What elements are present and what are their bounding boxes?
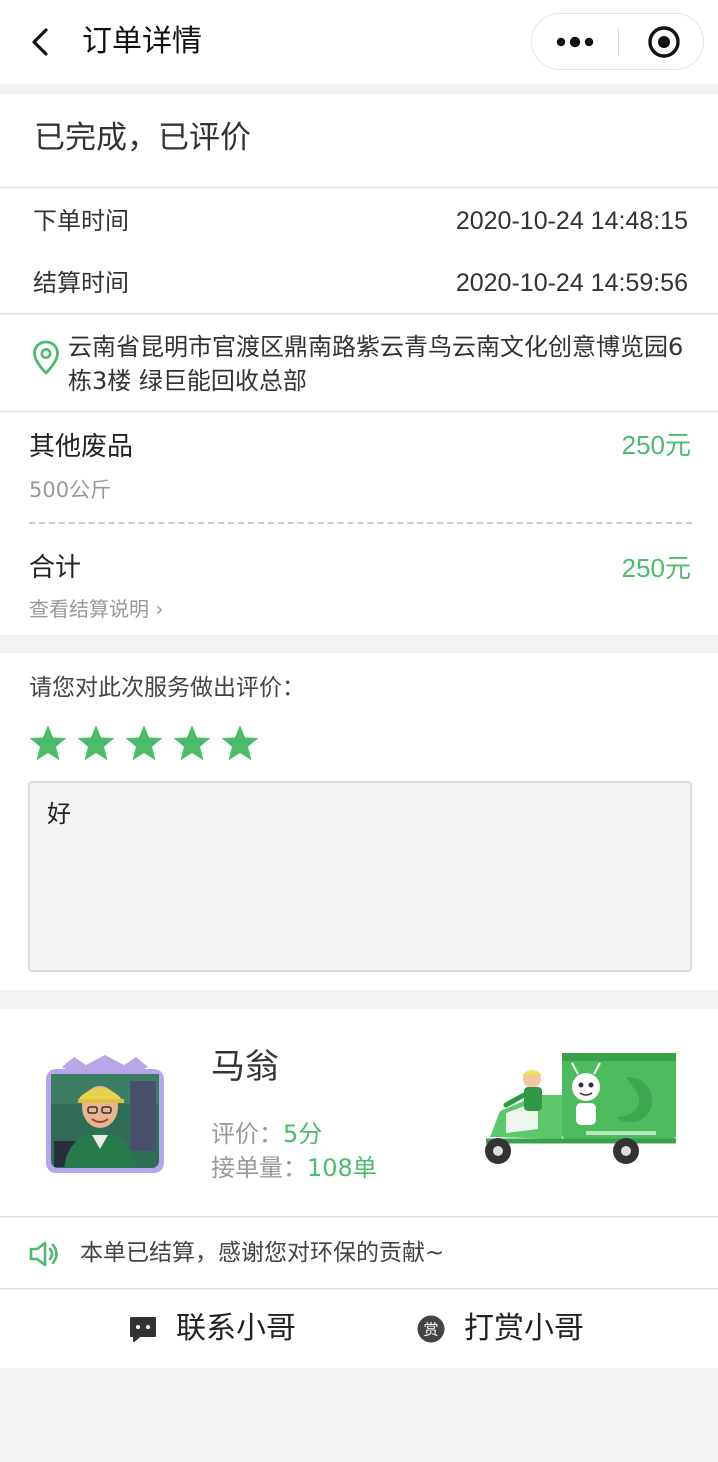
item-name: 其他废品 xyxy=(29,432,134,462)
contact-courier-button[interactable]: 联系小哥 xyxy=(128,1290,296,1368)
tip-courier-label: 打赏小哥 xyxy=(464,1311,584,1346)
rating-prompt: 请您对此次服务做出评价： xyxy=(29,675,305,701)
total-price: 250元 xyxy=(621,553,691,583)
star-rating[interactable] xyxy=(28,723,260,767)
settle-time-label: 结算时间 xyxy=(33,269,129,297)
address-text: 云南省昆明市官渡区鼎南路紫云青鸟云南文化创意博览园6栋3楼 绿巨能回收总部 xyxy=(68,333,684,395)
back-button[interactable] xyxy=(24,22,60,62)
star-icon[interactable] xyxy=(124,723,164,763)
order-status: 已完成，已评价 xyxy=(34,120,251,156)
dashed-divider xyxy=(29,522,692,524)
order-times-card: 下单时间 2020-10-24 14:48:15 结算时间 2020-10-24… xyxy=(0,189,718,314)
courier-rating: 评价：5分 xyxy=(211,1118,322,1150)
star-icon[interactable] xyxy=(220,723,260,763)
courier-orders: 接单量：108单 xyxy=(211,1152,377,1184)
chat-bubble-icon xyxy=(130,1317,156,1342)
more-button[interactable] xyxy=(532,14,618,69)
courier-rating-value: 5分 xyxy=(283,1120,323,1148)
courier-rating-label: 评价： xyxy=(211,1120,283,1148)
courier-orders-label: 接单量： xyxy=(211,1154,307,1182)
star-icon[interactable] xyxy=(172,723,212,763)
rating-card: 请您对此次服务做出评价： 好 xyxy=(0,653,718,990)
item-weight: 500公斤 xyxy=(29,478,112,502)
settlement-info-link[interactable]: 查看结算说明 › xyxy=(29,594,163,624)
chevron-left-icon xyxy=(32,28,48,56)
courier-card: 马翁 评价：5分 接单量：108单 xyxy=(0,1009,718,1217)
courier-orders-value: 108单 xyxy=(307,1154,377,1182)
reward-coin-text: 赏 xyxy=(423,1321,438,1339)
close-button[interactable] xyxy=(619,14,705,69)
more-dots-icon xyxy=(556,36,594,48)
action-bar: 联系小哥 赏 打赏小哥 xyxy=(0,1290,718,1368)
miniprogram-capsule xyxy=(531,13,704,70)
item-price: 250元 xyxy=(621,430,691,460)
items-card: 其他废品 250元 500公斤 合计 250元 查看结算说明 › xyxy=(0,413,718,635)
order-time-row: 下单时间 2020-10-24 14:48:15 xyxy=(0,201,718,241)
navbar: 订单详情 xyxy=(0,0,718,84)
comment-text: 好 xyxy=(47,800,71,828)
settle-time-row: 结算时间 2020-10-24 14:59:56 xyxy=(0,263,718,303)
notice-text: 本单已结算，感谢您对环保的贡献~ xyxy=(80,1240,445,1266)
order-status-card: 已完成，已评价 xyxy=(0,94,718,188)
contact-courier-label: 联系小哥 xyxy=(176,1311,296,1346)
recycling-tricycle-illustration xyxy=(485,1053,676,1164)
location-pin-icon xyxy=(33,340,59,375)
order-time-label: 下单时间 xyxy=(33,207,129,235)
settle-time-value: 2020-10-24 14:59:56 xyxy=(455,269,688,297)
star-icon[interactable] xyxy=(76,723,116,763)
courier-name: 马翁 xyxy=(211,1047,279,1087)
comment-textarea[interactable]: 好 xyxy=(28,781,692,972)
reward-coin-icon: 赏 xyxy=(417,1315,445,1343)
page-title: 订单详情 xyxy=(82,24,202,59)
speaker-icon xyxy=(29,1241,58,1267)
notice-bar: 本单已结算，感谢您对环保的贡献~ xyxy=(0,1218,718,1289)
courier-avatar xyxy=(46,1055,164,1173)
order-time-value: 2020-10-24 14:48:15 xyxy=(455,207,688,235)
tip-courier-button[interactable]: 赏 打赏小哥 xyxy=(416,1290,584,1368)
star-icon[interactable] xyxy=(28,723,68,763)
address-card: 云南省昆明市官渡区鼎南路紫云青鸟云南文化创意博览园6栋3楼 绿巨能回收总部 xyxy=(0,315,718,412)
total-label: 合计 xyxy=(29,553,82,583)
close-target-icon xyxy=(648,26,680,58)
